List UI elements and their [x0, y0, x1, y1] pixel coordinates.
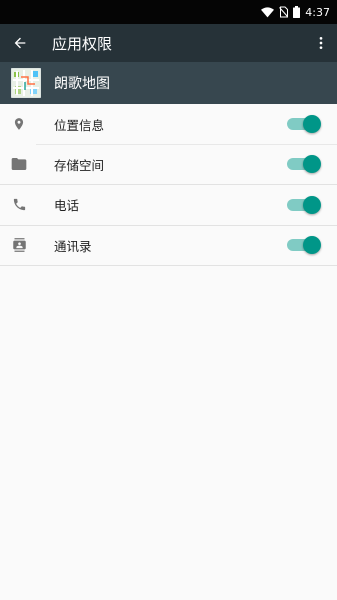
back-button[interactable] — [0, 24, 42, 62]
status-bar: 4:37 — [0, 0, 337, 24]
permission-toggle-location[interactable] — [285, 113, 323, 135]
phone-icon — [1, 197, 37, 212]
permission-row-phone[interactable]: 电话 — [0, 185, 337, 226]
permission-label: 存储空间 — [54, 157, 105, 173]
location-pin-icon — [1, 116, 37, 132]
permission-label: 通讯录 — [54, 238, 92, 254]
permission-list: 位置信息 存储空间 电话 通讯录 — [0, 104, 337, 266]
permission-row-contacts[interactable]: 通讯录 — [0, 225, 337, 266]
app-name: 朗歌地图 — [54, 76, 110, 92]
contacts-icon — [1, 237, 37, 253]
more-vert-icon — [319, 37, 323, 49]
toolbar: 应用权限 — [0, 24, 337, 62]
battery-icon — [293, 6, 301, 18]
permission-toggle-phone[interactable] — [285, 194, 323, 216]
app-header: 朗歌地图 — [0, 62, 337, 104]
toggle-thumb — [303, 236, 321, 255]
status-time: 4:37 — [305, 5, 330, 19]
page-title: 应用权限 — [52, 34, 113, 53]
permission-toggle-contacts[interactable] — [285, 234, 323, 256]
toggle-thumb — [303, 195, 321, 214]
wifi-icon — [261, 6, 275, 18]
overflow-menu-button[interactable] — [305, 24, 337, 62]
permission-toggle-storage[interactable] — [285, 153, 323, 175]
arrow-back-icon — [14, 37, 26, 49]
toggle-thumb — [303, 115, 321, 134]
toggle-thumb — [303, 155, 321, 174]
permission-label: 电话 — [54, 198, 80, 214]
folder-icon — [1, 157, 37, 171]
permission-row-location[interactable]: 位置信息 — [0, 104, 337, 145]
no-sim-icon — [279, 6, 289, 18]
map-app-icon — [11, 68, 41, 98]
permission-row-storage[interactable]: 存储空间 — [0, 144, 337, 185]
permission-label: 位置信息 — [54, 117, 105, 133]
